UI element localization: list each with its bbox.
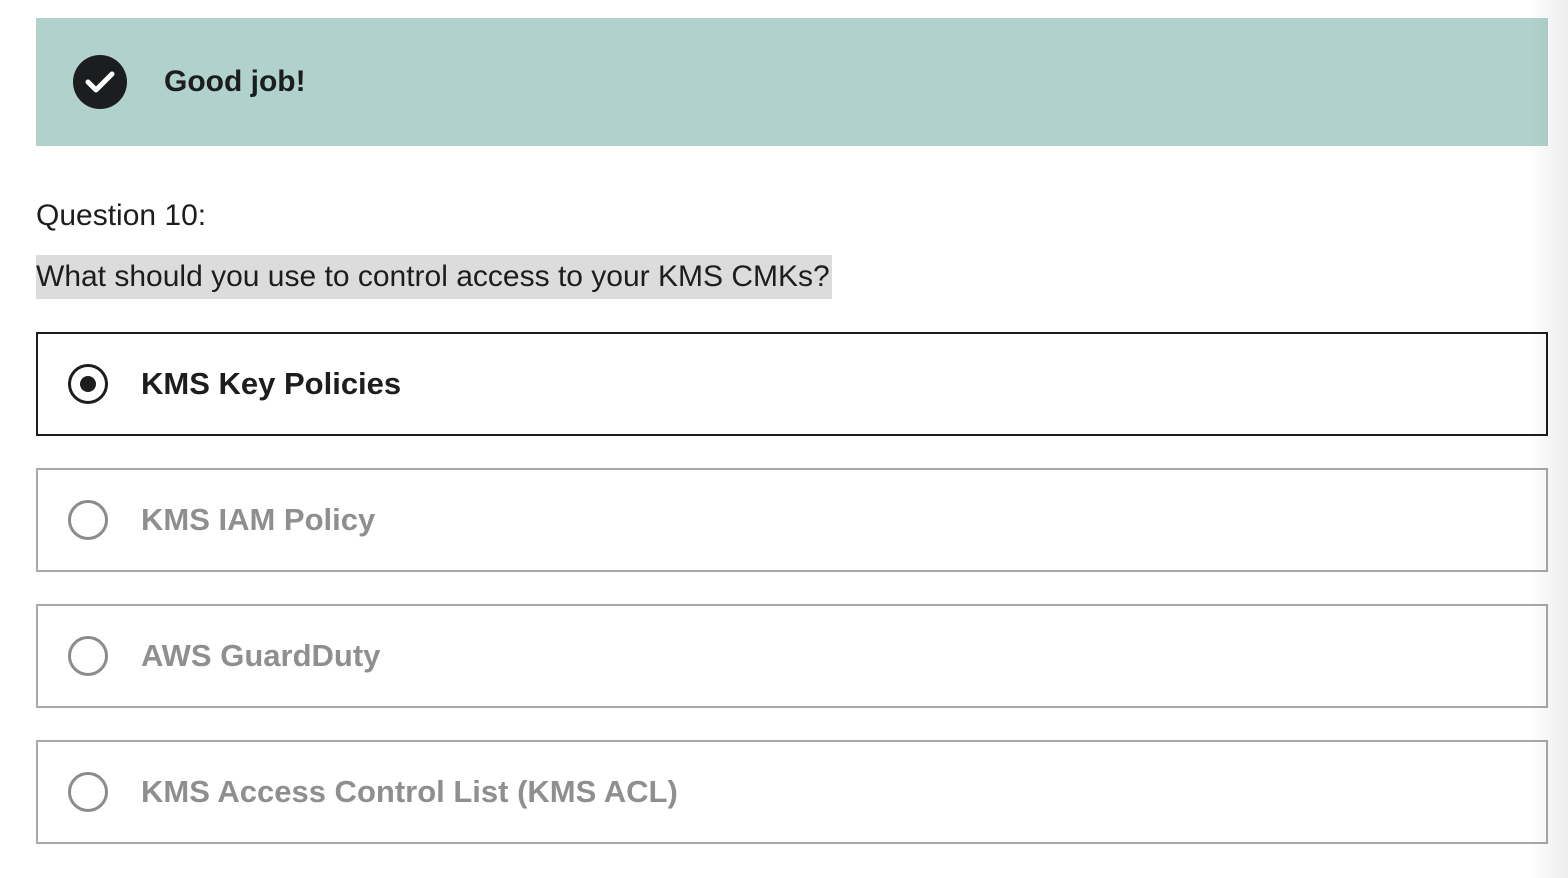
radio-button[interactable] xyxy=(68,636,108,676)
radio-button[interactable] xyxy=(68,500,108,540)
radio-dot-icon xyxy=(80,376,96,392)
answer-option-label: KMS IAM Policy xyxy=(141,502,376,537)
answer-option-label: AWS GuardDuty xyxy=(141,638,381,673)
question-number: Question 10: xyxy=(36,199,207,232)
answer-option-3[interactable]: AWS GuardDuty xyxy=(36,604,1548,708)
radio-button-selected[interactable] xyxy=(68,364,108,404)
answer-option-label: KMS Key Policies xyxy=(141,366,402,401)
quiz-page: Good job! Question 10: What should you u… xyxy=(0,0,1568,878)
answer-option-label: KMS Access Control List (KMS ACL) xyxy=(141,774,678,809)
check-circle-icon xyxy=(73,55,127,109)
question-prompt: What should you use to control access to… xyxy=(36,255,832,299)
radio-button[interactable] xyxy=(68,772,108,812)
answer-option-1[interactable]: KMS Key Policies xyxy=(36,332,1548,436)
answer-option-2[interactable]: KMS IAM Policy xyxy=(36,468,1548,572)
checkmark-icon xyxy=(85,71,115,93)
feedback-message: Good job! xyxy=(164,65,306,98)
feedback-banner: Good job! xyxy=(36,18,1548,146)
answer-option-4[interactable]: KMS Access Control List (KMS ACL) xyxy=(36,740,1548,844)
